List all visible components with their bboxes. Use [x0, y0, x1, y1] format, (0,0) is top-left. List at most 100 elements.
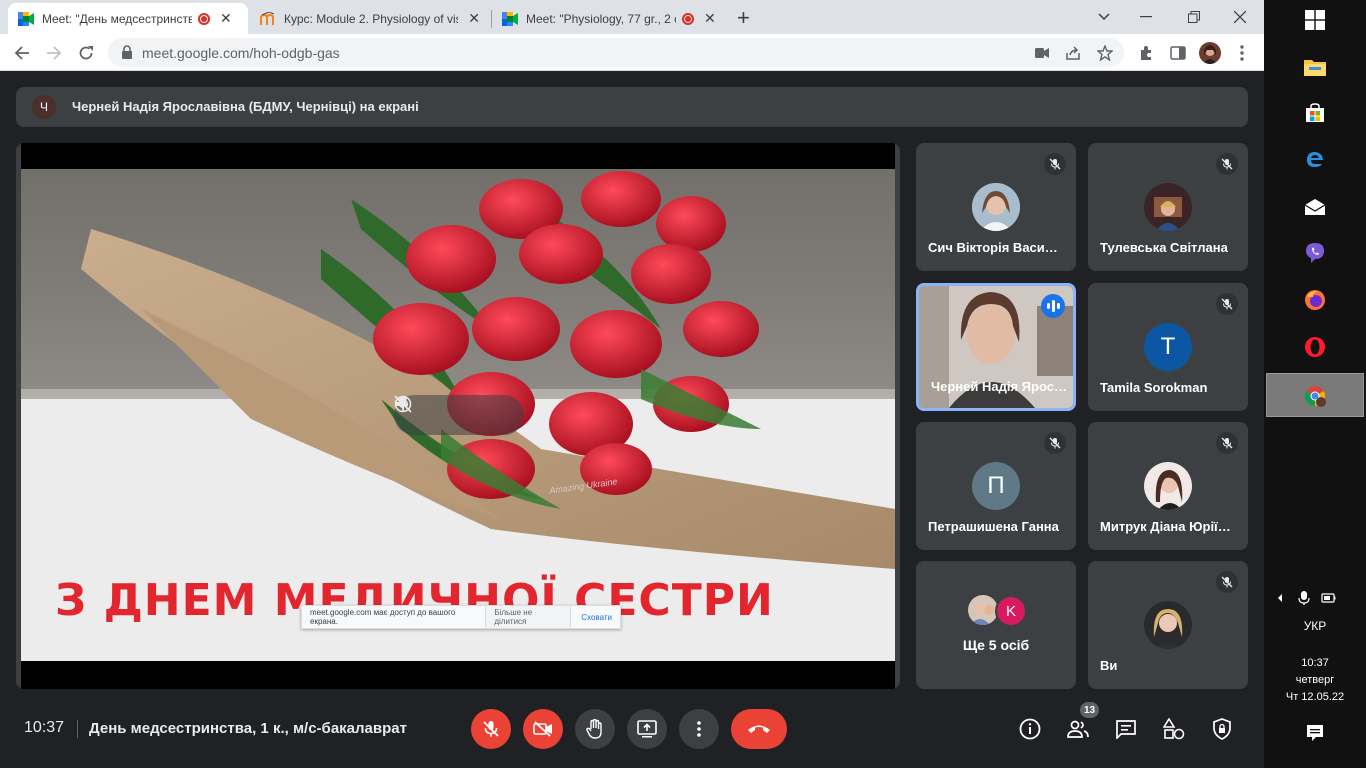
avatar: T [1144, 323, 1192, 371]
more-options-button[interactable] [679, 709, 719, 749]
participant-tile[interactable]: П Петрашишена Ганна [916, 422, 1076, 550]
tab-course[interactable]: Курс: Module 2. Physiology of visceral s… [250, 3, 490, 34]
presentation-stage[interactable]: Amazing Ukraine З ДНЕМ МЕДИЧНОЇ СЕСТРИ m… [16, 143, 900, 689]
shield-lock-icon [1213, 718, 1231, 740]
participant-tile[interactable]: T Tamila Sorokman [1088, 283, 1248, 411]
participant-name: Ви [1100, 658, 1118, 673]
notifications-button[interactable] [1304, 724, 1326, 742]
avatar [1144, 462, 1192, 510]
mute-audio-icon[interactable] [394, 395, 471, 427]
close-icon[interactable]: ✕ [468, 10, 480, 27]
tab-title: Meet: "Physiology, 77 gr., 2 c." [526, 11, 676, 26]
camera-off-icon [533, 721, 552, 737]
avatar [968, 595, 998, 625]
tile-hover-controls [394, 395, 524, 435]
raise-hand-button[interactable] [575, 709, 615, 749]
chrome-icon[interactable] [1301, 382, 1329, 410]
info-icon [1019, 718, 1041, 740]
camera-toggle-button[interactable] [523, 709, 563, 749]
forward-button[interactable] [42, 41, 66, 65]
more-vert-icon [697, 721, 701, 737]
profile-avatar[interactable] [1199, 42, 1221, 64]
opera-icon[interactable] [1301, 333, 1329, 361]
remove-icon[interactable] [394, 395, 509, 427]
self-tile[interactable]: Ви [1088, 561, 1248, 689]
tab-meet-active[interactable]: Meet: "День медсестринства, 1 к., м/с-ба… [8, 3, 248, 34]
input-language[interactable]: УКР [1264, 619, 1366, 633]
side-panel-icon[interactable] [1168, 43, 1188, 63]
present-icon [637, 720, 657, 738]
more-options-icon[interactable] [1232, 43, 1252, 63]
chat-button[interactable] [1112, 715, 1140, 743]
avatar: Ч [32, 95, 56, 119]
start-button[interactable] [1301, 6, 1329, 34]
meeting-details-button[interactable] [1016, 715, 1044, 743]
tab-search-button[interactable] [1084, 4, 1124, 30]
speaking-indicator-icon [1041, 294, 1065, 318]
file-explorer-icon[interactable] [1301, 53, 1329, 81]
mail-icon[interactable] [1301, 193, 1329, 221]
lock-icon [122, 45, 132, 59]
share-notice-text: meet.google.com має доступ до вашого екр… [310, 608, 456, 626]
others-tile[interactable]: K Ще 5 осіб [916, 561, 1076, 689]
star-icon[interactable] [1096, 44, 1114, 62]
participant-tile-speaking[interactable]: Черней Надія Ярославівна [916, 283, 1076, 411]
tab-title: Курс: Module 2. Physiology of visceral s… [284, 11, 458, 26]
arrow-left-icon [14, 46, 29, 60]
tab-meet-physiology[interactable]: Meet: "Physiology, 77 gr., 2 c." ✕ [492, 3, 732, 34]
host-controls-button[interactable] [1208, 715, 1236, 743]
mic-off-icon [483, 721, 499, 737]
system-day: четверг [1295, 674, 1335, 686]
minimize-button[interactable] [1126, 4, 1166, 30]
microsoft-store-icon[interactable] [1301, 99, 1329, 127]
avatar [1144, 183, 1192, 231]
share-icon[interactable] [1064, 44, 1082, 62]
participant-tile[interactable]: Митрук Діана Юріївна [1088, 422, 1248, 550]
system-time[interactable]: 10:37 [1264, 657, 1366, 669]
avatar: K [995, 595, 1027, 627]
people-button[interactable] [1064, 715, 1092, 743]
camera-icon[interactable] [1033, 44, 1051, 62]
presenting-text: Черней Надія Ярославівна (БДМУ, Чернівці… [72, 99, 419, 114]
arrow-right-icon [47, 46, 62, 60]
present-screen-button[interactable] [627, 709, 667, 749]
reload-button[interactable] [74, 41, 98, 65]
participant-count-badge: 13 [1080, 702, 1099, 718]
end-call-button[interactable] [731, 709, 787, 749]
address-bar[interactable]: meet.google.com/hoh-odgb-gas [108, 38, 1124, 67]
restore-button[interactable] [1174, 4, 1214, 30]
chevron-up-icon [1278, 594, 1282, 602]
avatar [1144, 601, 1192, 649]
presenting-banner: Ч Черней Надія Ярославівна (БДМУ, Чернів… [16, 87, 1248, 127]
shapes-icon [1163, 718, 1185, 740]
moodle-favicon-icon [260, 11, 276, 27]
windows-logo-icon [1305, 10, 1325, 30]
system-date: Чт 12.05.22 [1285, 691, 1345, 703]
recording-icon [198, 12, 210, 25]
close-icon[interactable]: ✕ [704, 10, 716, 27]
mic-off-icon [1216, 153, 1238, 175]
extensions-icon[interactable] [1136, 43, 1156, 63]
participant-tile[interactable]: Тулевська Світлана [1088, 143, 1248, 271]
close-window-button[interactable] [1220, 4, 1260, 30]
stop-sharing-button[interactable]: Більше не ділитися [485, 605, 572, 629]
firefox-icon[interactable] [1301, 286, 1329, 314]
browser-toolbar: meet.google.com/hoh-odgb-gas [0, 34, 1264, 71]
activities-button[interactable] [1160, 715, 1188, 743]
back-button[interactable] [10, 41, 34, 65]
tab-strip: Meet: "День медсестринства, 1 к., м/с-ба… [0, 0, 1264, 34]
new-tab-button[interactable]: + [737, 5, 750, 31]
participant-name: Митрук Діана Юріївна [1100, 519, 1238, 534]
mic-off-icon [1216, 293, 1238, 315]
close-icon[interactable]: ✕ [220, 10, 232, 27]
avatar: П [972, 462, 1020, 510]
viber-icon[interactable] [1301, 239, 1329, 267]
chat-icon [1116, 720, 1136, 739]
unpin-icon[interactable] [395, 396, 433, 427]
hide-notice-button[interactable]: Сховати [581, 613, 612, 622]
edge-icon[interactable] [1301, 145, 1329, 173]
mic-off-icon [1044, 153, 1066, 175]
microphone-toggle-button[interactable] [471, 709, 511, 749]
participant-tile[interactable]: Сич Вікторія Василівна [916, 143, 1076, 271]
mic-off-icon [1216, 432, 1238, 454]
